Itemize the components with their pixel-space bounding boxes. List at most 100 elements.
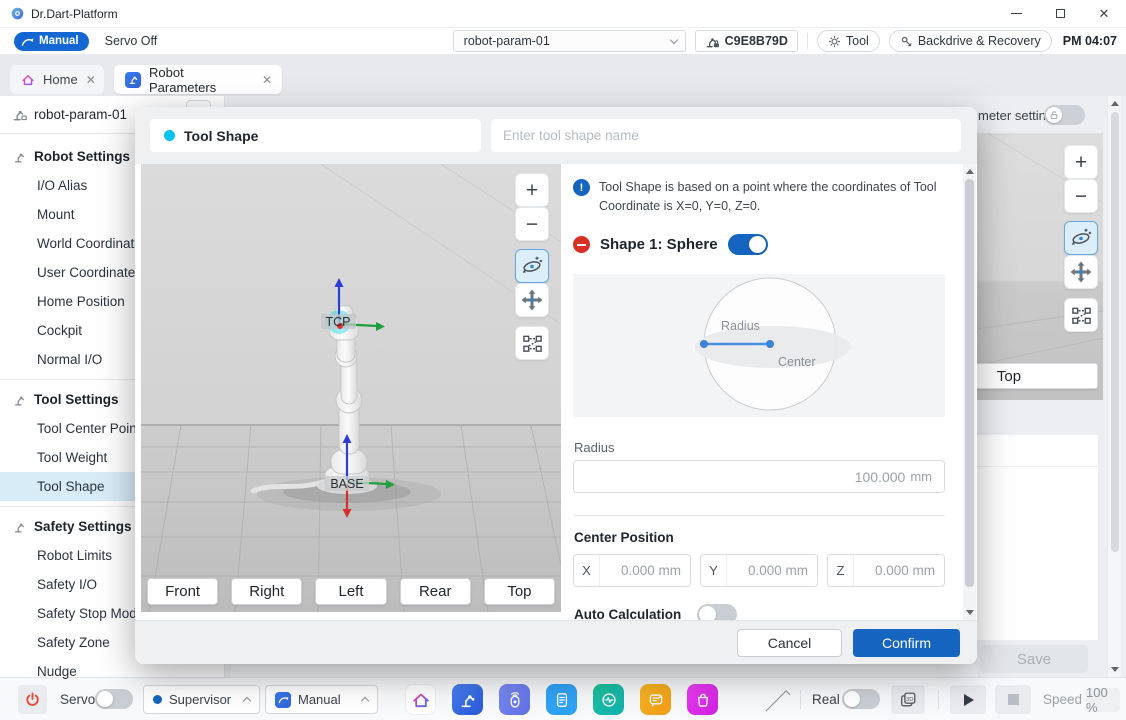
auto-calculation-toggle[interactable] [697, 604, 737, 620]
view-right-button[interactable]: Right [231, 578, 302, 605]
minimize-icon [1011, 13, 1022, 14]
scroll-down-icon[interactable] [1111, 667, 1119, 672]
tool-button[interactable]: Tool [817, 30, 880, 52]
backdrive-recovery-button[interactable]: Backdrive & Recovery [889, 30, 1052, 52]
tab-bar: Home ✕ Robot Parameters ✕ [0, 54, 1126, 96]
operation-mode-badge[interactable]: Manual [14, 32, 89, 51]
scroll-down-icon[interactable] [966, 610, 974, 615]
orbit-icon [1070, 227, 1092, 249]
info-icon: ! [573, 179, 590, 196]
mode-dropdown[interactable]: Manual [265, 685, 378, 714]
pan-icon [1070, 261, 1092, 283]
robot-param-dropdown[interactable]: robot-param-01 [453, 30, 686, 52]
dialog-title: Tool Shape [184, 128, 258, 144]
pan-button[interactable] [1064, 255, 1098, 289]
robot-serial-button[interactable]: C9E8B79D [695, 30, 798, 52]
app-jog-icon[interactable] [499, 684, 530, 715]
zoom-out-button[interactable]: − [515, 207, 549, 241]
zoom-in-button[interactable]: + [1064, 145, 1098, 179]
info-text: Tool Shape is based on a point where the… [599, 178, 945, 217]
measure-button[interactable] [515, 326, 549, 360]
scroll-up-icon[interactable] [1111, 101, 1119, 106]
remove-shape-icon[interactable] [573, 236, 590, 253]
app-store-icon[interactable] [687, 684, 718, 715]
power-button[interactable] [18, 685, 47, 714]
app-monitoring-icon[interactable] [593, 684, 624, 715]
section-divider [573, 515, 945, 516]
dialog-body: TCP BASE + − [135, 164, 977, 620]
tab-close-icon[interactable]: ✕ [86, 73, 96, 87]
zoom-in-button[interactable]: + [515, 173, 549, 207]
tab-home[interactable]: Home ✕ [10, 65, 104, 94]
tab-robot-parameters[interactable]: Robot Parameters ✕ [114, 65, 282, 94]
view-top-button[interactable]: Top [484, 578, 555, 605]
center-x-input[interactable]: X 0.000 mm [573, 554, 691, 587]
robot-3d-viewer[interactable]: TCP BASE + − [141, 164, 561, 612]
scroll-thumb[interactable] [1111, 112, 1119, 552]
dialog-footer: Cancel Confirm [135, 620, 977, 664]
cancel-button[interactable]: Cancel [737, 629, 842, 657]
app-logo-icon [11, 7, 24, 20]
center-position-fields: X 0.000 mm Y 0.000 mm Z 0.000 mm [573, 554, 945, 587]
locked-robot-icon [705, 34, 720, 49]
tool-shape-name-input[interactable] [491, 119, 961, 152]
app-log-icon[interactable] [640, 684, 671, 715]
main-scrollbar[interactable] [1107, 96, 1121, 677]
view-rear-button[interactable]: Rear [400, 578, 471, 605]
dialog-viewer-toolbar: + − [515, 173, 549, 360]
dock-expand-icon[interactable] [766, 690, 791, 715]
view-front-button[interactable]: Front [147, 578, 218, 605]
orbit-rotate-button[interactable] [1064, 221, 1098, 255]
chevron-up-icon [243, 697, 251, 705]
robot-icon [13, 393, 27, 407]
maximize-icon [1056, 9, 1065, 18]
pan-icon [521, 289, 543, 311]
role-dropdown[interactable]: Supervisor [143, 685, 260, 714]
measure-icon [522, 333, 543, 354]
app-task-editor-icon[interactable] [546, 684, 577, 715]
chevron-down-icon [669, 36, 677, 44]
shape-enabled-toggle[interactable] [728, 234, 768, 255]
dialog-scrollbar[interactable] [963, 164, 976, 620]
zoom-out-button[interactable]: − [1064, 179, 1098, 213]
auto-calculation-label: Auto Calculation [574, 607, 681, 620]
power-icon [25, 692, 40, 707]
parameter-lock-toggle[interactable] [1044, 105, 1085, 125]
save-button[interactable]: Save [980, 645, 1088, 673]
close-icon: ✕ [1099, 6, 1110, 22]
close-button[interactable]: ✕ [1082, 0, 1126, 27]
home-icon [21, 73, 35, 87]
window-titlebar: Dr.Dart-Platform ✕ [0, 0, 1126, 28]
servo-toggle[interactable] [95, 689, 133, 709]
speed-label: Speed [1043, 685, 1082, 714]
servo-status-text: Servo Off [105, 34, 158, 48]
tab-close-icon[interactable]: ✕ [262, 73, 272, 87]
center-y-input[interactable]: Y 0.000 mm [700, 554, 818, 587]
play-button[interactable] [950, 685, 986, 714]
view-left-button[interactable]: Left [315, 578, 386, 605]
app-robot-params-icon[interactable] [452, 684, 483, 715]
orbit-rotate-button[interactable] [515, 249, 549, 283]
page-switch-button[interactable]: 3D [891, 685, 925, 714]
confirm-button[interactable]: Confirm [853, 629, 960, 657]
sphere-diagram: Radius Center [573, 274, 945, 417]
main-area: robot-param-01 Robot Settings I/O Alias … [0, 96, 1126, 677]
radius-input[interactable]: 100.000 mm [573, 460, 945, 493]
background-panel [977, 435, 1098, 640]
shape-settings-panel: ! Tool Shape is based on a point where t… [573, 164, 957, 620]
minimize-button[interactable] [994, 0, 1038, 27]
toolbar-divider [807, 33, 808, 49]
pan-button[interactable] [515, 283, 549, 317]
background-viewer-toolbar: + − [1064, 145, 1098, 332]
scroll-up-icon[interactable] [966, 169, 974, 174]
real-toggle[interactable] [842, 689, 880, 709]
center-z-input[interactable]: Z 0.000 mm [827, 554, 945, 587]
stop-button[interactable] [995, 685, 1031, 714]
app-home-icon[interactable] [405, 684, 436, 715]
scroll-thumb[interactable] [965, 179, 974, 587]
status-dot [164, 130, 175, 141]
screen-pages-icon: 3D [899, 691, 917, 709]
maximize-button[interactable] [1038, 0, 1082, 27]
measure-button[interactable] [1064, 298, 1098, 332]
robot-parameters-icon [125, 72, 141, 88]
